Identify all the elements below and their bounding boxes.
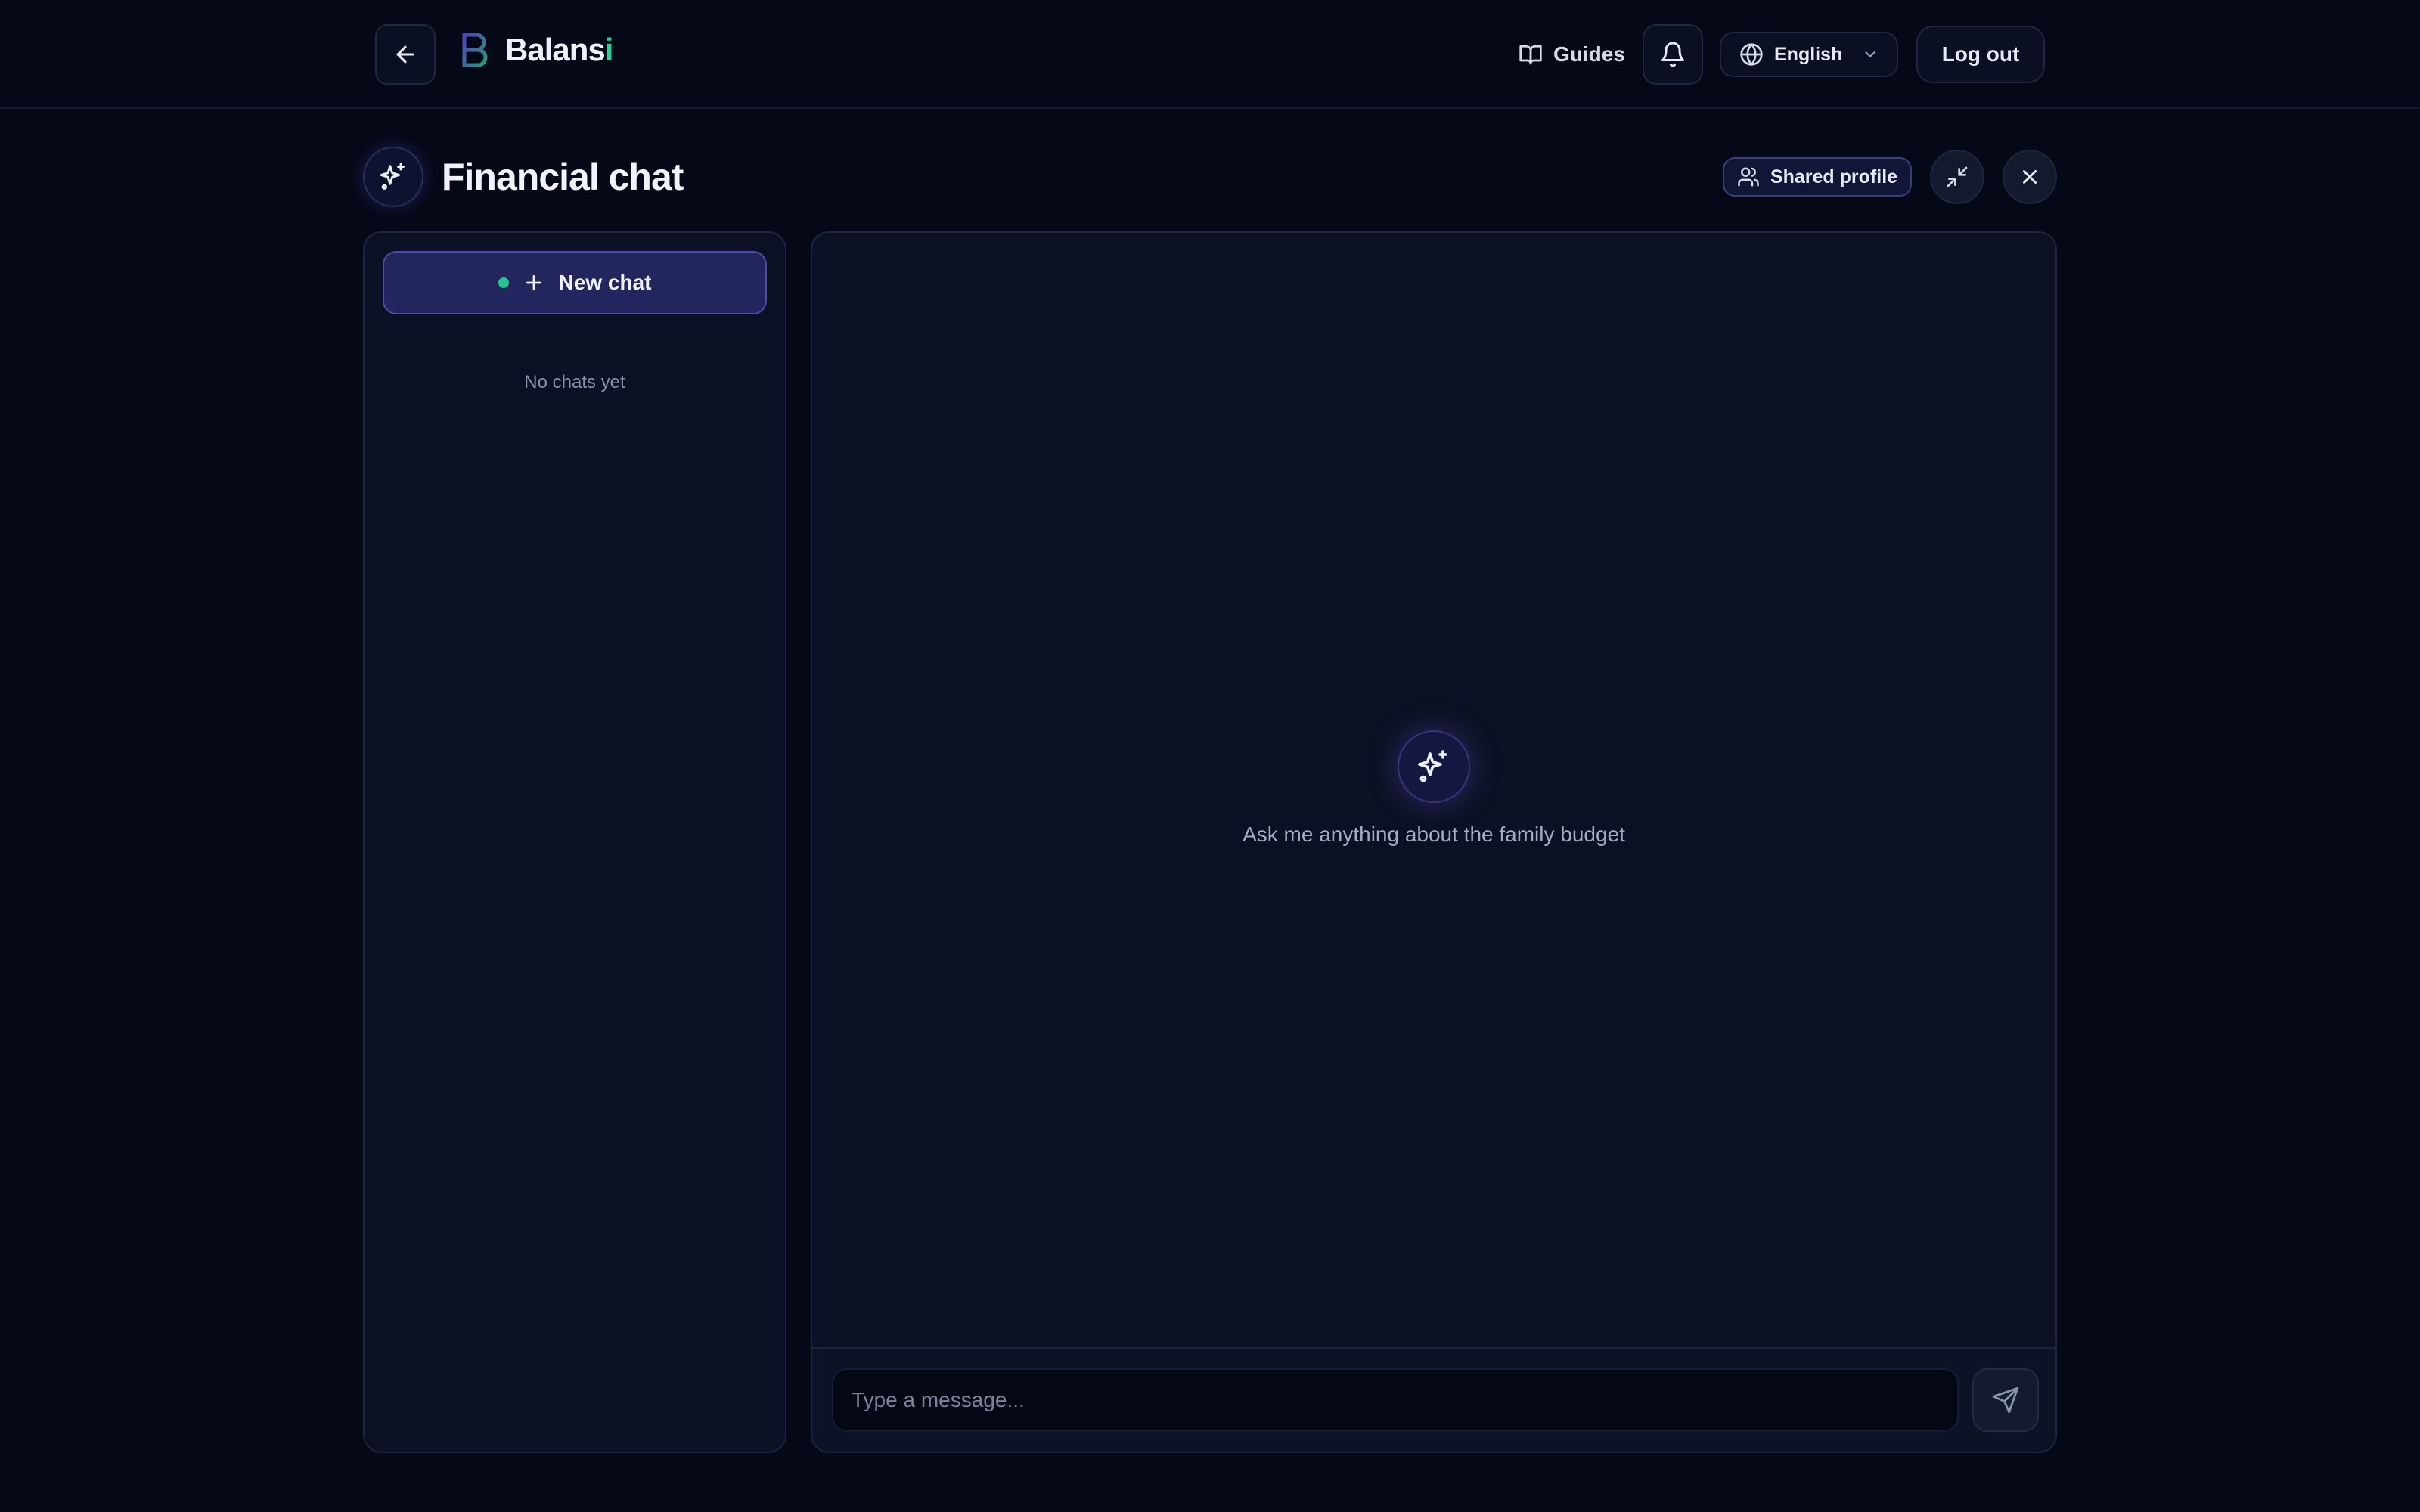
new-chat-label: New chat — [558, 271, 652, 294]
send-button[interactable] — [1972, 1368, 2039, 1432]
notifications-button[interactable] — [1643, 24, 1703, 85]
send-icon — [1991, 1386, 2020, 1414]
chat-empty-state: Ask me anything about the family budget — [812, 730, 2055, 847]
users-icon — [1737, 166, 1760, 188]
bell-icon — [1659, 41, 1686, 68]
message-input[interactable] — [832, 1368, 1959, 1432]
logout-button[interactable]: Log out — [1916, 26, 2045, 83]
plus-icon — [523, 271, 545, 294]
message-composer — [812, 1347, 2055, 1452]
no-chats-message: No chats yet — [524, 372, 625, 392]
language-selector[interactable]: English — [1720, 32, 1898, 77]
minimize-button[interactable] — [1930, 150, 1984, 204]
shared-profile-button[interactable]: Shared profile — [1723, 157, 1912, 197]
guides-label: Guides — [1553, 42, 1625, 66]
financial-chat-badge — [363, 147, 424, 207]
assistant-avatar — [1398, 730, 1470, 803]
brand-name: Balansi — [505, 32, 613, 67]
book-open-icon — [1519, 42, 1543, 67]
brand-logo[interactable]: Balansi — [457, 29, 613, 71]
globe-icon — [1739, 42, 1764, 67]
chat-history-sidebar: New chat No chats yet — [363, 231, 786, 1453]
back-button[interactable] — [375, 24, 436, 85]
page-title: Financial chat — [442, 156, 684, 198]
status-dot — [498, 277, 509, 288]
sparkles-icon — [378, 162, 408, 192]
guides-link[interactable]: Guides — [1519, 33, 1625, 76]
empty-prompt-text: Ask me anything about the family budget — [1243, 823, 1625, 846]
chevron-down-icon — [1862, 46, 1879, 63]
close-icon — [2018, 166, 2041, 188]
top-navigation-bar: Balansi Guides English Log out — [0, 0, 2420, 109]
language-label: English — [1774, 43, 1843, 65]
sparkles-icon — [1416, 748, 1452, 785]
chat-panel: Ask me anything about the family budget — [811, 231, 2057, 1453]
shared-profile-label: Shared profile — [1770, 166, 1898, 187]
arrow-left-icon — [392, 42, 418, 67]
new-chat-button[interactable]: New chat — [383, 251, 767, 314]
balansi-logo-icon — [457, 29, 492, 71]
minimize-icon — [1945, 165, 1969, 189]
close-button[interactable] — [2003, 150, 2057, 204]
